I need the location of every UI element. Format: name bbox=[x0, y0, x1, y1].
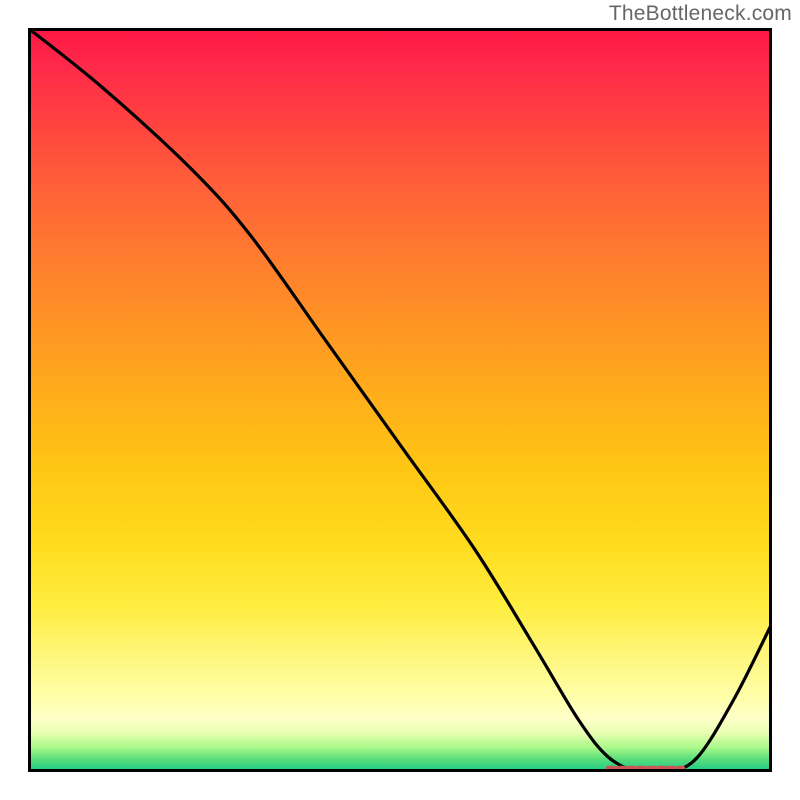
axis-bottom bbox=[28, 769, 772, 772]
axis-top bbox=[28, 28, 772, 31]
chart-frame bbox=[28, 28, 772, 772]
watermark-text: TheBottleneck.com bbox=[609, 2, 792, 26]
axis-left bbox=[28, 28, 31, 772]
axis-right bbox=[769, 28, 772, 772]
chart-background-gradient bbox=[30, 30, 770, 770]
